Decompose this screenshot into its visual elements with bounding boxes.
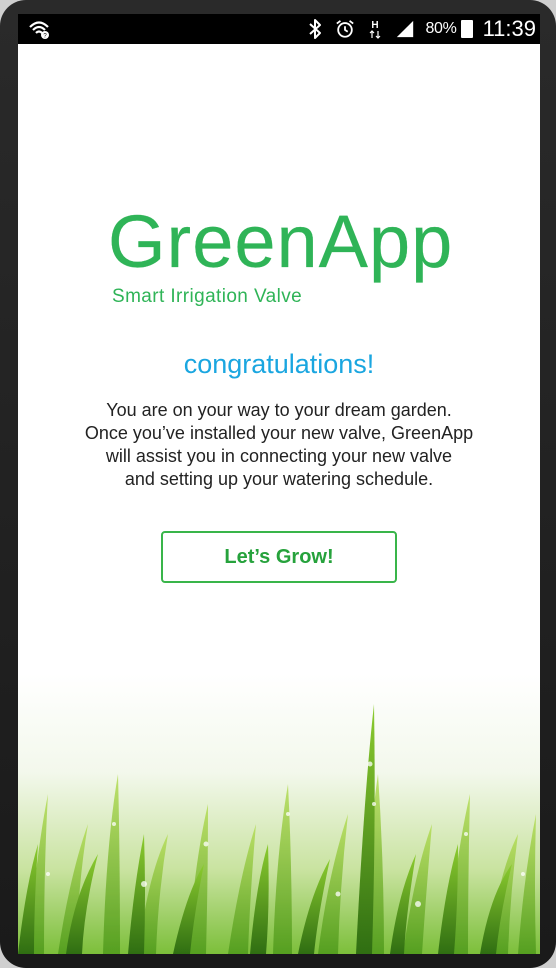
cell-signal-icon (397, 20, 414, 38)
logo-wordmark: GreenApp (108, 200, 454, 283)
congratulations-heading: congratulations! (183, 349, 375, 379)
app-screen: ? H 80% 11:39 GreenApp Smart Irrigation … (18, 14, 540, 954)
wifi-icon: ? (29, 21, 49, 40)
welcome-line: and setting up your watering schedule. (124, 469, 434, 489)
greenapp-logo: GreenApp Smart Irrigation Valve (102, 200, 462, 322)
lets-grow-button[interactable]: Let’s Grow! (161, 531, 397, 583)
welcome-line: You are on your way to your dream garden… (106, 400, 452, 420)
alarm-icon (336, 20, 355, 38)
status-icons: H 80% 11:39 (305, 14, 536, 44)
bluetooth-icon (309, 19, 322, 39)
hplus-signal-icon: H (370, 20, 381, 39)
phone-frame: ? H 80% 11:39 GreenApp Smart Irrigation … (0, 0, 556, 968)
battery-percent: 80% (425, 20, 457, 37)
svg-text:H: H (372, 20, 379, 31)
welcome-line: Once you’ve installed your new valve, Gr… (84, 423, 474, 443)
logo-tagline: Smart Irrigation Valve (112, 286, 303, 307)
battery-icon (460, 20, 473, 38)
welcome-line: will assist you in connecting your new v… (105, 446, 453, 466)
status-bar: ? H 80% 11:39 (18, 14, 540, 44)
welcome-message: You are on your way to your dream garden… (48, 399, 510, 491)
grass-background-image (18, 674, 540, 954)
welcome-content: GreenApp Smart Irrigation Valve congratu… (18, 44, 540, 954)
status-time: 11:39 (482, 16, 536, 41)
